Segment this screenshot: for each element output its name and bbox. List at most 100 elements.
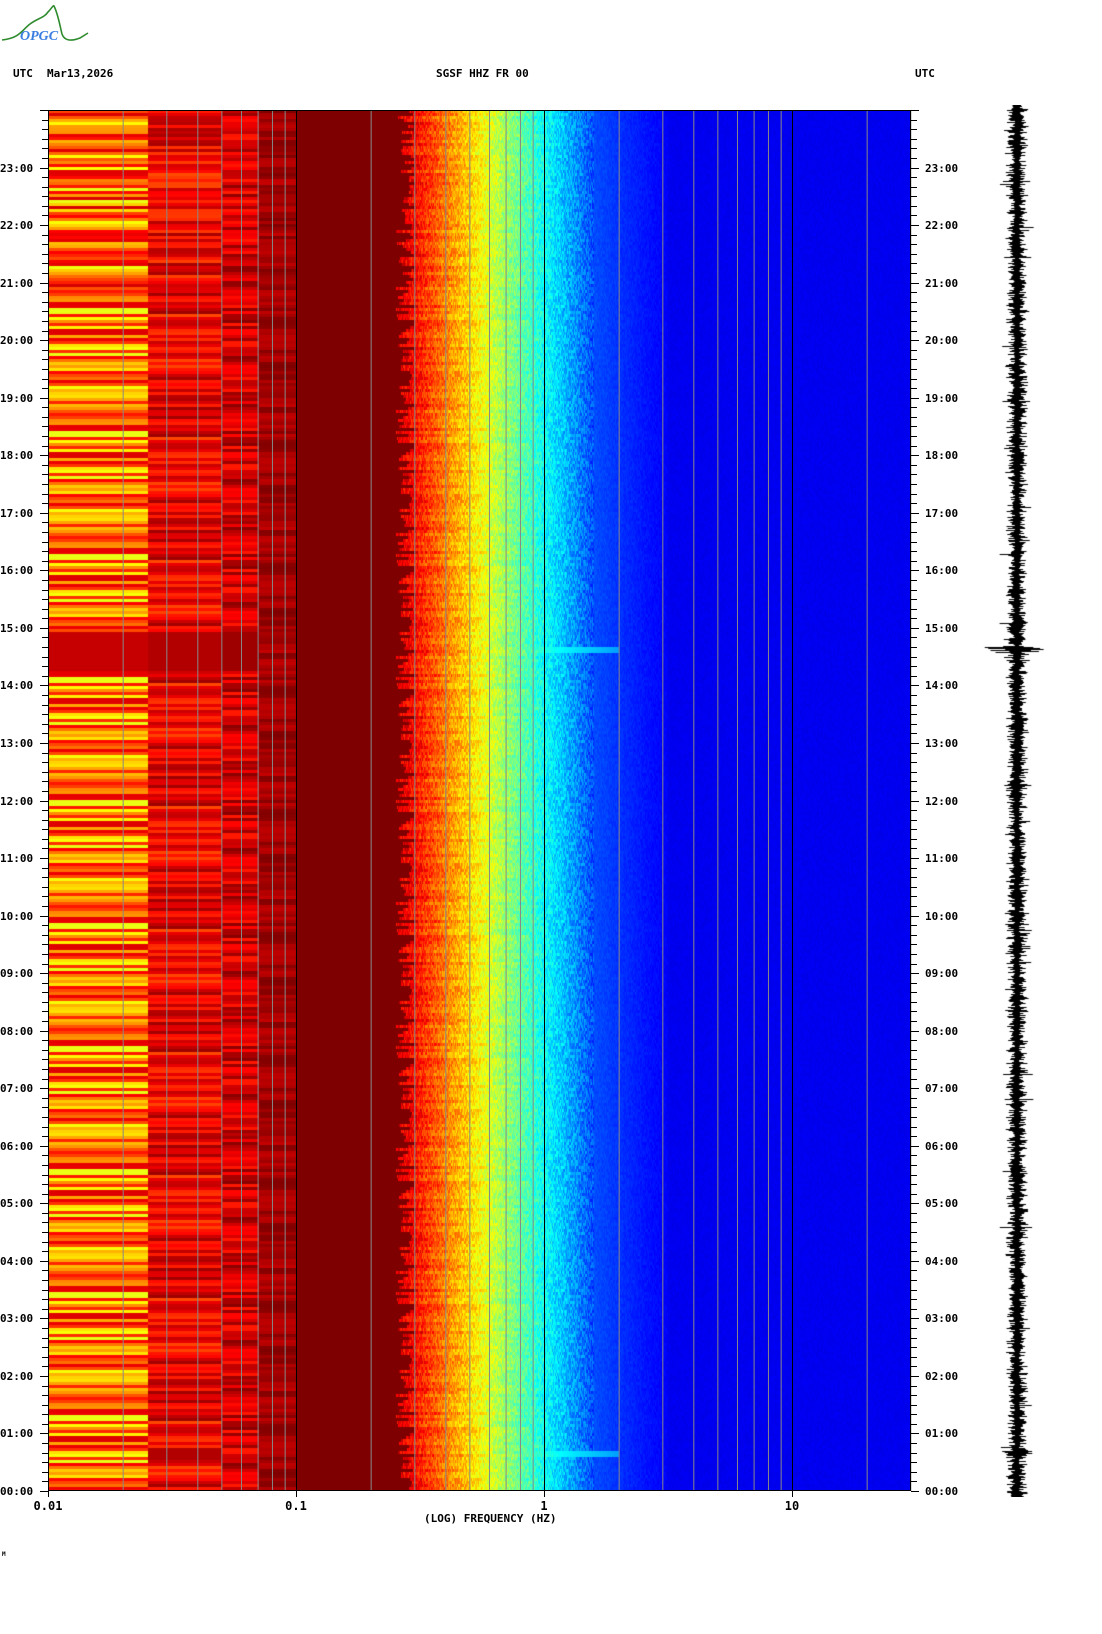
y-tick-label-left: 15:00 [0,622,34,635]
y-tick-left [42,350,48,351]
y-tick-right [911,1021,917,1022]
y-tick-right [911,1011,917,1012]
y-tick-right [911,426,917,427]
y-tick-left [42,235,48,236]
y-tick-right [911,983,917,984]
y-tick-right [911,1079,917,1080]
y-tick-left [42,810,48,811]
y-tick-left [42,829,48,830]
y-tick-left [42,848,48,849]
y-tick-left [42,781,48,782]
y-tick-right [911,1031,919,1032]
y-tick-right [911,1405,917,1406]
y-tick-left [40,1318,48,1319]
y-tick-right [911,1424,917,1425]
y-tick-label-left: 02:00 [0,1370,34,1383]
y-tick-left [42,1050,48,1051]
y-tick-left [40,1261,48,1262]
y-tick-left [42,1011,48,1012]
y-tick-left [42,244,48,245]
y-tick-right [911,753,917,754]
y-tick-label-left: 19:00 [0,392,34,405]
y-tick-label-left: 23:00 [0,162,34,175]
y-tick-right [911,474,917,475]
y-tick-right [911,148,917,149]
y-tick-right [911,417,917,418]
y-tick-right [911,1203,919,1204]
y-tick-left [42,1472,48,1473]
y-tick-right [911,887,917,888]
y-tick-right [911,388,917,389]
y-tick-left [42,820,48,821]
y-tick-left [42,542,48,543]
y-tick-left [42,1481,48,1482]
y-tick-right [911,263,917,264]
y-tick-label-left: 01:00 [0,1427,34,1440]
y-tick-left [42,925,48,926]
y-tick-left [42,695,48,696]
y-tick-label-right: 05:00 [925,1197,959,1210]
y-tick-left [40,973,48,974]
y-tick-left [42,1386,48,1387]
y-tick-right [911,1443,917,1444]
y-tick-label-right: 21:00 [925,277,959,290]
y-tick-right [911,532,917,533]
y-tick-right [911,695,917,696]
y-tick-left [42,1309,48,1310]
y-tick-right [911,676,917,677]
y-tick-left [40,1088,48,1089]
y-tick-left [42,311,48,312]
y-tick-right [911,1175,917,1176]
y-tick-label-right: 12:00 [925,795,959,808]
y-tick-right [911,1088,919,1089]
y-tick-label-right: 02:00 [925,1370,959,1383]
y-tick-left [42,292,48,293]
y-tick-left [40,110,48,111]
y-tick-right [911,158,917,159]
y-tick-label-left: 20:00 [0,334,34,347]
y-tick-right [911,542,917,543]
y-tick-left [42,1338,48,1339]
y-tick-right [911,273,917,274]
x-tick [296,1491,297,1497]
y-tick-left [40,1433,48,1434]
y-tick-left [42,839,48,840]
y-tick-left [42,263,48,264]
y-tick-left [42,657,48,658]
y-tick-right [911,1059,917,1060]
y-tick-right [911,455,919,456]
station-title: SGSF HHZ FR 00 [436,67,529,80]
y-tick-left [42,1069,48,1070]
y-tick-label-left: 03:00 [0,1312,34,1325]
y-tick-left [42,1414,48,1415]
y-tick-label-right: 18:00 [925,449,959,462]
y-tick-right [911,465,917,466]
y-tick-label-right: 06:00 [925,1140,959,1153]
y-tick-right [911,331,917,332]
y-tick-label-left: 06:00 [0,1140,34,1153]
y-tick-label-left: 22:00 [0,219,34,232]
y-tick-right [911,292,917,293]
y-tick-label-left: 21:00 [0,277,34,290]
y-tick-label-right: 14:00 [925,679,959,692]
y-tick-right [911,1127,917,1128]
y-tick-right [911,1328,917,1329]
y-tick-left [42,590,48,591]
y-tick-left [42,139,48,140]
y-tick-right [911,1433,919,1434]
y-tick-right [911,1165,917,1166]
y-tick-right [911,1386,917,1387]
y-tick-left [42,1059,48,1060]
y-tick-right [911,1299,917,1300]
y-tick-right [911,848,917,849]
y-tick-label-right: 16:00 [925,564,959,577]
y-tick-left [42,1098,48,1099]
y-tick-left [42,215,48,216]
y-tick-left [42,254,48,255]
y-tick-left [42,1453,48,1454]
y-tick-left [42,705,48,706]
y-tick-left [42,522,48,523]
y-tick-label-left: 17:00 [0,507,34,520]
y-tick-left [42,494,48,495]
y-tick-left [42,1136,48,1137]
